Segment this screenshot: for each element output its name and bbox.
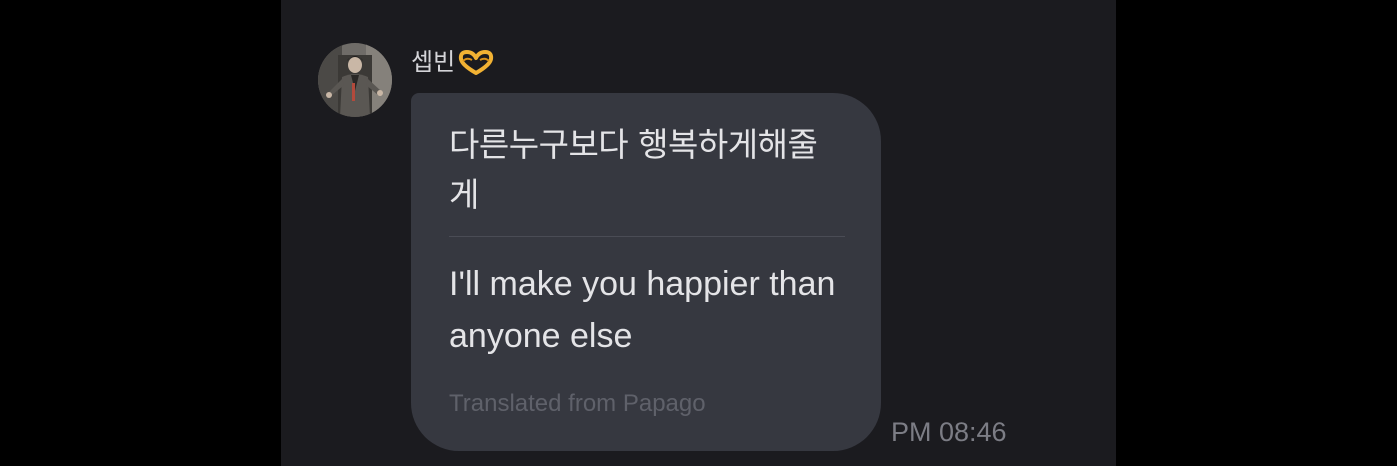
message-timestamp: PM 08:46 [891, 417, 1007, 447]
translation-credit: Translated from Papago [449, 390, 706, 417]
sender-name: 셉빈 [411, 48, 456, 76]
translation-divider [449, 236, 845, 237]
translated-message-text: I'll make you happier than anyone else [449, 265, 836, 355]
original-message-text: 다른누구보다 행복하게해줄게 [449, 125, 818, 214]
heart-hands-icon [458, 49, 494, 75]
screen: 셉빈 다른누구보다 행복하게해줄게 I'll make you happier … [0, 0, 1397, 466]
sender-name-row: 셉빈 [411, 44, 494, 80]
message-bubble[interactable]: 다른누구보다 행복하게해줄게 I'll make you happier tha… [411, 93, 881, 451]
sender-avatar[interactable] [318, 43, 392, 117]
